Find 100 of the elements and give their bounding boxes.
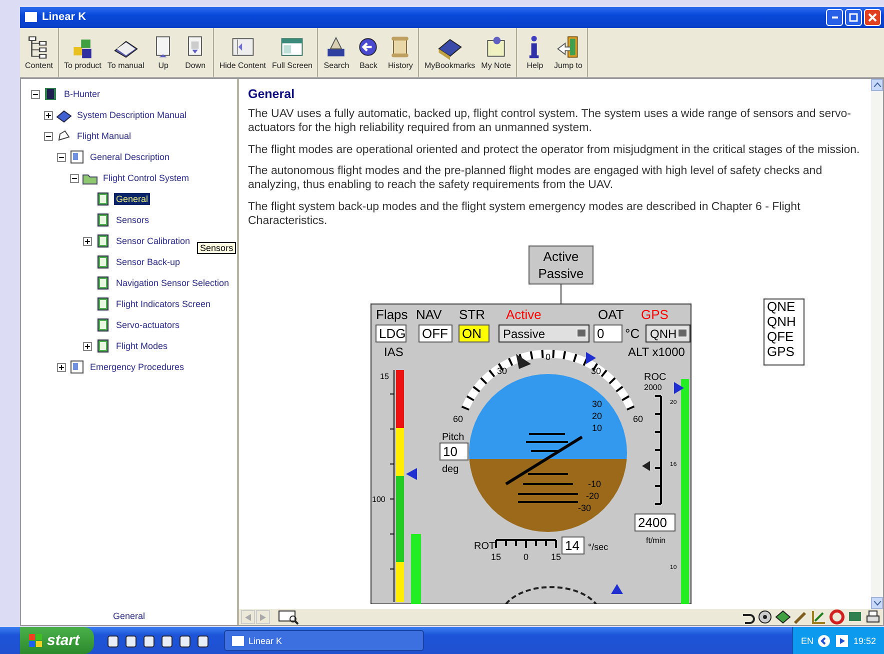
- tree-item[interactable]: Flight Modes: [114, 340, 170, 352]
- field-label: ROT: [474, 540, 496, 552]
- page-icon: [95, 275, 111, 292]
- close-button[interactable]: [864, 8, 881, 26]
- tree-item[interactable]: Servo-actuators: [114, 319, 182, 332]
- window-title: Linear K: [42, 11, 88, 24]
- tree-item[interactable]: Sensor Calibration: [114, 235, 192, 248]
- page-icon: [95, 317, 111, 334]
- expand-icon[interactable]: [44, 110, 53, 120]
- toolbar-button[interactable]: My Note: [478, 28, 514, 77]
- field-label: Flaps: [376, 306, 408, 322]
- tree-item[interactable]: B-Hunter: [62, 88, 102, 100]
- scroll-up-button[interactable]: [871, 78, 883, 91]
- toolbar-button[interactable]: Down: [179, 28, 212, 77]
- tick-label: 30: [592, 398, 602, 409]
- tree-item[interactable]: Flight Manual: [75, 130, 134, 142]
- value-field: 2400: [634, 513, 676, 532]
- tick-label: 60: [453, 414, 463, 424]
- toolbar-button[interactable]: History: [384, 28, 416, 77]
- paragraph: The UAV uses a fully automatic, backed up, flight control system. The system uses a wide range of sensors and servo-actuators for the high reliability required from an unmanned system.: [248, 106, 852, 136]
- expand-icon[interactable]: [57, 362, 66, 372]
- page-icon: [95, 254, 111, 270]
- page-icon: [95, 338, 111, 354]
- section-heading: General: [248, 86, 296, 101]
- toolbar-button[interactable]: Hide Content: [216, 28, 270, 77]
- clock: 19:52: [853, 636, 876, 646]
- toolbar-button[interactable]: Full Screen: [269, 28, 316, 77]
- tree-item[interactable]: Flight Indicators Screen: [114, 298, 213, 310]
- option-item: QNH: [767, 314, 796, 329]
- expand-icon[interactable]: [83, 342, 92, 351]
- tree-item[interactable]: Flight Control System: [101, 172, 192, 184]
- field-label: ROC: [644, 372, 666, 383]
- collapse-icon[interactable]: [57, 152, 66, 162]
- marker-icon: [611, 584, 623, 594]
- page-icon: [95, 233, 111, 250]
- tick-label: 60: [633, 414, 643, 424]
- field-label: STR: [459, 306, 485, 322]
- windows-logo-icon: [28, 633, 43, 648]
- lifebuoy-icon: [829, 609, 845, 626]
- tick-label: 20: [592, 410, 602, 421]
- paragraph: The flight modes are operational oriented and protect the operator from misjudgment in the critical stages of the mission.: [248, 142, 861, 158]
- value-field: 10: [440, 442, 468, 460]
- option-item: QNE: [767, 298, 796, 314]
- tick-label: 100: [372, 494, 386, 504]
- tick-label: -10: [588, 478, 602, 489]
- value-field: OFF: [418, 324, 452, 342]
- toolbar-button[interactable]: To manual: [104, 28, 148, 77]
- pane-tab[interactable]: General: [21, 609, 239, 626]
- option-list: [764, 298, 804, 366]
- page-icon: [95, 191, 111, 208]
- callout-text: Passive: [538, 266, 584, 281]
- tick-label: 0: [546, 352, 550, 362]
- toolbar-button[interactable]: Up: [147, 28, 180, 77]
- unit-label: °/sec: [588, 542, 608, 552]
- tree-item[interactable]: General Description: [88, 151, 172, 164]
- toolbar-button[interactable]: To product: [61, 28, 104, 77]
- toolbar-button[interactable]: Help: [518, 28, 551, 77]
- paragraph: The flight system back-up modes and the flight system emergency modes are described in Chapter 6 - Flight Characteristics.: [248, 200, 802, 229]
- minimize-icon: [830, 16, 838, 19]
- collapse-icon[interactable]: [44, 132, 53, 141]
- tree-item[interactable]: Navigation Sensor Selection: [114, 277, 232, 290]
- option-item: QFE: [767, 328, 794, 344]
- level-bar: [411, 534, 421, 604]
- pen-icon: [793, 609, 809, 626]
- maximize-button[interactable]: [845, 8, 862, 26]
- tick-label: 15: [551, 552, 561, 562]
- field-label: Active: [506, 306, 542, 322]
- minimize-button[interactable]: [826, 8, 843, 26]
- marker-icon: [406, 468, 417, 480]
- tree-item[interactable]: General: [114, 193, 150, 206]
- collapse-icon[interactable]: [31, 90, 40, 99]
- tick-label: -30: [578, 502, 592, 513]
- toolbar-button[interactable]: Jump to: [550, 28, 586, 77]
- callout-text: Active: [543, 248, 579, 264]
- tooltip: Sensors: [197, 242, 236, 254]
- collapse-icon[interactable]: [70, 174, 79, 183]
- toolbar-button[interactable]: Content: [22, 28, 56, 77]
- toolbar-button[interactable]: Back: [352, 28, 384, 77]
- tick-label: 15: [380, 372, 389, 381]
- play-icon: [835, 634, 850, 648]
- maximize-icon: [849, 12, 858, 22]
- chart-icon: [811, 609, 827, 626]
- unit-label: ft/min: [646, 536, 666, 545]
- marker-icon: [674, 382, 684, 394]
- toolbar-button[interactable]: MyBookmarks: [421, 28, 478, 77]
- tree-item[interactable]: System Description Manual: [75, 109, 189, 122]
- tree-item[interactable]: Sensor Back-up: [114, 256, 182, 268]
- taskbar-button[interactable]: Linear K: [224, 630, 424, 652]
- axis-label: IAS: [384, 344, 404, 359]
- right-arrow-icon: [260, 614, 266, 621]
- value-field: LDG: [376, 324, 406, 342]
- tree-item[interactable]: Sensors: [114, 214, 152, 226]
- unit-label: deg: [442, 464, 459, 475]
- toolbar-button[interactable]: Search: [320, 28, 352, 77]
- axis-label: ALT x1000: [628, 344, 685, 359]
- unit-label: °C: [625, 326, 640, 341]
- scroll-down-button[interactable]: [871, 597, 883, 610]
- expand-icon[interactable]: [83, 236, 92, 246]
- tree-item[interactable]: Emergency Procedures: [88, 361, 186, 374]
- field-label: NAV: [416, 306, 442, 322]
